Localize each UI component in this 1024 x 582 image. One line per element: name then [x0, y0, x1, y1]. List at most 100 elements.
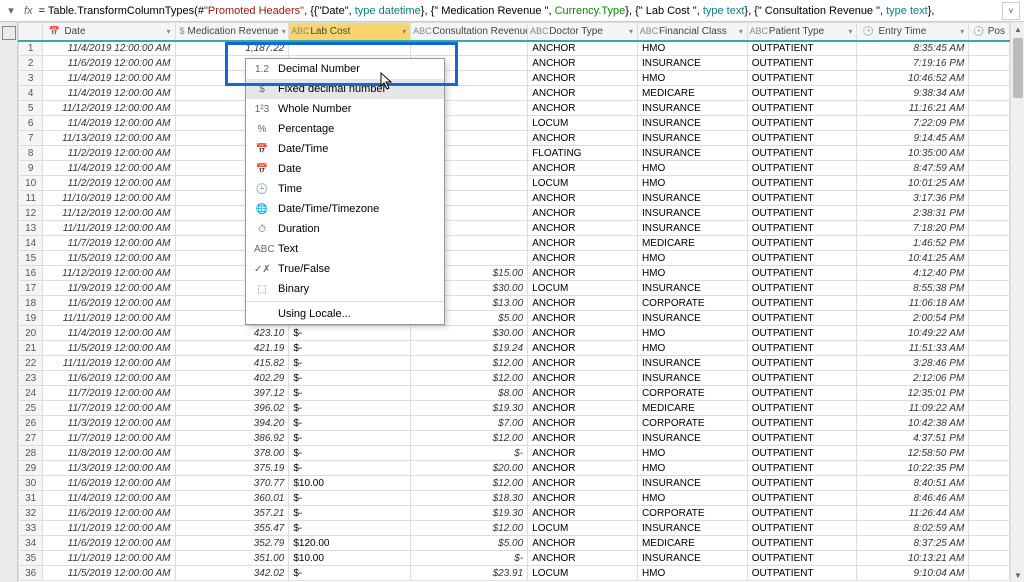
cell-pos[interactable]	[969, 281, 1010, 296]
menu-item-binary[interactable]: ⬚Binary	[246, 279, 444, 299]
cell-doctor-type[interactable]: ANCHOR	[528, 41, 638, 56]
table-row[interactable]: 811/2/2019 12:00:00 AM493.85FLOATINGINSU…	[19, 146, 1010, 161]
column-header-date[interactable]: 📅Date▾	[43, 23, 175, 41]
cell-pos[interactable]	[969, 416, 1010, 431]
cell-consultation-revenue[interactable]: $12.00	[411, 371, 528, 386]
cell-doctor-type[interactable]: ANCHOR	[528, 431, 638, 446]
cell-lab-cost[interactable]: $-	[289, 506, 411, 521]
row-number[interactable]: 23	[19, 371, 43, 386]
table-row[interactable]: 2711/7/2019 12:00:00 AM386.92$-$12.00ANC…	[19, 431, 1010, 446]
menu-item-datetime-timezone[interactable]: 🌐Date/Time/Timezone	[246, 199, 444, 219]
cell-pos[interactable]	[969, 401, 1010, 416]
cell-financial-class[interactable]: MEDICARE	[637, 536, 747, 551]
cell-pos[interactable]	[969, 41, 1010, 56]
cell-pos[interactable]	[969, 116, 1010, 131]
cell-lab-cost[interactable]: $-	[289, 431, 411, 446]
column-header-entry-time[interactable]: 🕒Entry Time▾	[857, 23, 969, 41]
cell-consultation-revenue[interactable]: $23.91	[411, 566, 528, 581]
table-row[interactable]: 411/4/2019 12:00:00 AM600.00ANCHORMEDICA…	[19, 86, 1010, 101]
menu-item-fixed-decimal-number[interactable]: $Fixed decimal number	[246, 79, 444, 99]
row-number-header[interactable]	[19, 23, 43, 41]
cell-date[interactable]: 11/2/2019 12:00:00 AM	[43, 176, 175, 191]
cell-financial-class[interactable]: INSURANCE	[637, 521, 747, 536]
cell-date[interactable]: 11/12/2019 12:00:00 AM	[43, 206, 175, 221]
cell-date[interactable]: 11/4/2019 12:00:00 AM	[43, 86, 175, 101]
scroll-down-arrow[interactable]: ▼	[1011, 568, 1024, 582]
cell-pos[interactable]	[969, 101, 1010, 116]
cell-lab-cost[interactable]: $-	[289, 416, 411, 431]
cell-pos[interactable]	[969, 356, 1010, 371]
cell-financial-class[interactable]: MEDICARE	[637, 86, 747, 101]
cell-doctor-type[interactable]: ANCHOR	[528, 461, 638, 476]
cell-pos[interactable]	[969, 206, 1010, 221]
cell-consultation-revenue[interactable]: $20.00	[411, 461, 528, 476]
cell-patient-type[interactable]: OUTPATIENT	[747, 266, 857, 281]
cell-medication-revenue[interactable]: 415.82	[175, 356, 289, 371]
cell-pos[interactable]	[969, 191, 1010, 206]
cell-doctor-type[interactable]: ANCHOR	[528, 206, 638, 221]
cell-medication-revenue[interactable]: 397.12	[175, 386, 289, 401]
cell-consultation-revenue[interactable]: $-	[411, 551, 528, 566]
type-icon-text[interactable]: ABC	[415, 26, 429, 36]
cell-patient-type[interactable]: OUTPATIENT	[747, 71, 857, 86]
cell-date[interactable]: 11/7/2019 12:00:00 AM	[43, 236, 175, 251]
cell-lab-cost[interactable]: $-	[289, 371, 411, 386]
cell-consultation-revenue[interactable]: $12.00	[411, 521, 528, 536]
menu-item-whole-number[interactable]: 1²3Whole Number	[246, 99, 444, 119]
cell-patient-type[interactable]: OUTPATIENT	[747, 356, 857, 371]
cell-entry-time[interactable]: 10:01:25 AM	[857, 176, 969, 191]
menu-item-datetime[interactable]: 📅Date/Time	[246, 139, 444, 159]
cell-date[interactable]: 11/7/2019 12:00:00 AM	[43, 386, 175, 401]
row-number[interactable]: 8	[19, 146, 43, 161]
cell-date[interactable]: 11/4/2019 12:00:00 AM	[43, 161, 175, 176]
cell-patient-type[interactable]: OUTPATIENT	[747, 41, 857, 56]
row-number[interactable]: 31	[19, 491, 43, 506]
cell-entry-time[interactable]: 1:46:52 PM	[857, 236, 969, 251]
table-row[interactable]: 2111/5/2019 12:00:00 AM421.19$-$19.24ANC…	[19, 341, 1010, 356]
cell-patient-type[interactable]: OUTPATIENT	[747, 311, 857, 326]
column-header-patient-type[interactable]: ABCPatient Type▾	[747, 23, 857, 41]
cell-entry-time[interactable]: 12:58:50 PM	[857, 446, 969, 461]
cell-lab-cost[interactable]: $-	[289, 341, 411, 356]
table-row[interactable]: 511/12/2019 12:00:00 AM591.60ANCHORINSUR…	[19, 101, 1010, 116]
cell-financial-class[interactable]: INSURANCE	[637, 551, 747, 566]
cell-date[interactable]: 11/4/2019 12:00:00 AM	[43, 116, 175, 131]
cell-lab-cost[interactable]: $-	[289, 401, 411, 416]
cell-pos[interactable]	[969, 86, 1010, 101]
cell-entry-time[interactable]: 10:13:21 AM	[857, 551, 969, 566]
table-row[interactable]: 2611/3/2019 12:00:00 AM394.20$-$7.00ANCH…	[19, 416, 1010, 431]
row-number[interactable]: 6	[19, 116, 43, 131]
cell-pos[interactable]	[969, 71, 1010, 86]
cell-date[interactable]: 11/7/2019 12:00:00 AM	[43, 431, 175, 446]
cell-financial-class[interactable]: HMO	[637, 41, 747, 56]
cell-doctor-type[interactable]: ANCHOR	[528, 506, 638, 521]
cell-patient-type[interactable]: OUTPATIENT	[747, 431, 857, 446]
cell-date[interactable]: 11/12/2019 12:00:00 AM	[43, 266, 175, 281]
cell-doctor-type[interactable]: ANCHOR	[528, 86, 638, 101]
row-number[interactable]: 34	[19, 536, 43, 551]
cell-lab-cost[interactable]: $-	[289, 566, 411, 581]
cell-pos[interactable]	[969, 176, 1010, 191]
cell-pos[interactable]	[969, 326, 1010, 341]
cell-financial-class[interactable]: HMO	[637, 446, 747, 461]
cell-financial-class[interactable]: INSURANCE	[637, 56, 747, 71]
cell-pos[interactable]	[969, 146, 1010, 161]
cell-medication-revenue[interactable]: 1,187.22	[175, 41, 289, 56]
cell-lab-cost[interactable]: $-	[289, 386, 411, 401]
cell-date[interactable]: 11/1/2019 12:00:00 AM	[43, 521, 175, 536]
row-number[interactable]: 12	[19, 206, 43, 221]
cell-lab-cost[interactable]: $120.00	[289, 536, 411, 551]
cell-medication-revenue[interactable]: 355.47	[175, 521, 289, 536]
row-number[interactable]: 16	[19, 266, 43, 281]
cell-patient-type[interactable]: OUTPATIENT	[747, 221, 857, 236]
type-icon-text[interactable]: ABC	[293, 26, 307, 36]
type-icon-text[interactable]: ABC	[642, 26, 656, 36]
cell-financial-class[interactable]: HMO	[637, 566, 747, 581]
cell-consultation-revenue[interactable]: $19.30	[411, 401, 528, 416]
cell-date[interactable]: 11/6/2019 12:00:00 AM	[43, 506, 175, 521]
cell-entry-time[interactable]: 11:16:21 AM	[857, 101, 969, 116]
cell-consultation-revenue[interactable]: $19.30	[411, 506, 528, 521]
cell-financial-class[interactable]: INSURANCE	[637, 206, 747, 221]
cell-entry-time[interactable]: 9:14:45 AM	[857, 131, 969, 146]
row-number[interactable]: 10	[19, 176, 43, 191]
